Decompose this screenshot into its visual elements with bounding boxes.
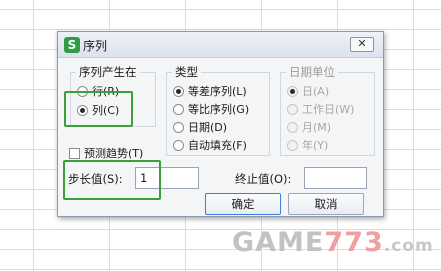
- watermark-digits: 773: [324, 227, 384, 258]
- radio-workday-label: 工作日(W): [302, 103, 355, 116]
- radio-autofill[interactable]: 自动填充(F): [173, 137, 247, 153]
- dialog-title: 序列: [83, 39, 108, 53]
- trend-label: 预测趋势(T): [84, 147, 144, 160]
- close-icon: ✕: [357, 37, 367, 50]
- series-dialog: S 序列 ✕ 序列产生在 行(R) 列(C) 类型 等差序列(L) 等比序列(G…: [57, 31, 384, 217]
- radio-year: 年(Y): [287, 137, 328, 153]
- radio-day-label: 日(A): [302, 85, 330, 98]
- trend-checkbox[interactable]: [69, 147, 80, 159]
- step-label: 步长值(S):: [68, 172, 123, 186]
- stop-label: 终止值(O):: [235, 172, 292, 186]
- step-input[interactable]: 1: [135, 167, 199, 189]
- radio-date-button[interactable]: [173, 121, 184, 133]
- series-in-group: 序列产生在 行(R) 列(C): [70, 65, 156, 127]
- dialog-titlebar[interactable]: S 序列 ✕: [58, 32, 383, 58]
- date-unit-title: 日期单位: [286, 65, 338, 79]
- radio-month-button: [287, 121, 298, 133]
- game773-watermark: GAME773.com: [232, 227, 434, 258]
- radio-month: 月(M): [287, 119, 331, 135]
- radio-geometric-button[interactable]: [173, 103, 184, 115]
- radio-month-label: 月(M): [302, 121, 332, 134]
- radio-arithmetic-button[interactable]: [173, 85, 184, 97]
- radio-row-button[interactable]: [77, 85, 88, 97]
- ok-button[interactable]: 确定: [205, 193, 281, 215]
- radio-column-button[interactable]: [77, 104, 88, 116]
- date-unit-group: 日期单位 日(A) 工作日(W) 月(M) 年(Y): [280, 65, 375, 156]
- cancel-button[interactable]: 取消: [288, 193, 364, 215]
- radio-workday-button: [287, 103, 298, 115]
- radio-date[interactable]: 日期(D): [173, 119, 227, 135]
- radio-day: 日(A): [287, 83, 329, 99]
- watermark-domain: .com: [383, 236, 434, 256]
- radio-arithmetic-label: 等差序列(L): [188, 85, 247, 98]
- radio-autofill-label: 自动填充(F): [188, 139, 247, 152]
- series-in-title: 序列产生在: [76, 65, 140, 79]
- stop-input[interactable]: [304, 167, 367, 189]
- watermark-text: GAME: [232, 227, 325, 258]
- radio-day-button: [287, 85, 298, 97]
- radio-row-label: 行(R): [92, 85, 120, 98]
- type-title: 类型: [172, 65, 201, 79]
- radio-workday: 工作日(W): [287, 101, 354, 117]
- radio-geometric[interactable]: 等比序列(G): [173, 101, 249, 117]
- radio-geometric-label: 等比序列(G): [188, 103, 250, 116]
- radio-row[interactable]: 行(R): [77, 83, 119, 99]
- radio-year-button: [287, 139, 298, 151]
- radio-column[interactable]: 列(C): [77, 102, 119, 118]
- radio-column-label: 列(C): [92, 104, 120, 117]
- trend-checkbox-row[interactable]: 预测趋势(T): [69, 145, 143, 161]
- radio-autofill-button[interactable]: [173, 139, 184, 151]
- close-button[interactable]: ✕: [350, 37, 374, 52]
- radio-year-label: 年(Y): [302, 139, 329, 152]
- wps-app-icon: S: [64, 37, 80, 53]
- radio-arithmetic[interactable]: 等差序列(L): [173, 83, 247, 99]
- type-group: 类型 等差序列(L) 等比序列(G) 日期(D) 自动填充(F): [166, 65, 270, 156]
- radio-date-label: 日期(D): [188, 121, 228, 134]
